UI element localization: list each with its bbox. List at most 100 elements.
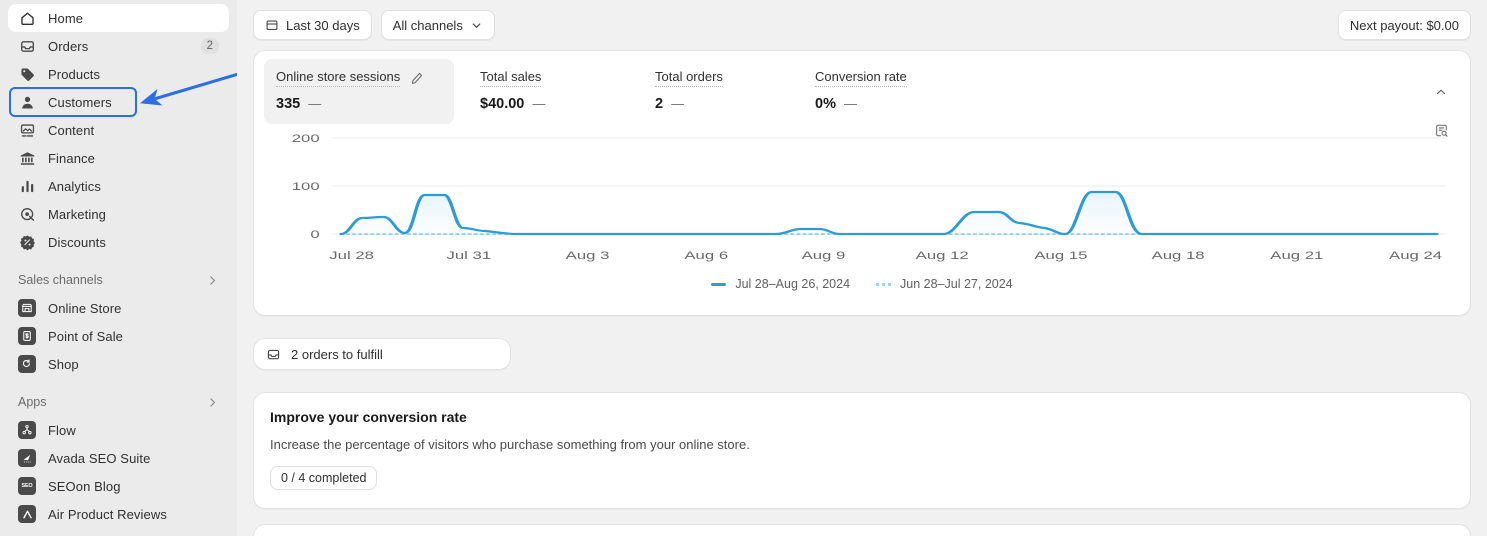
sidebar-item-label: Air Product Reviews: [48, 506, 167, 522]
sidebar-item-products[interactable]: Products: [8, 60, 229, 88]
sidebar-item-online-store[interactable]: Online Store: [8, 294, 229, 322]
x-tick: Aug 18: [1152, 250, 1205, 262]
legend-label: Jun 28–Jul 27, 2024: [900, 277, 1013, 291]
metric-delta: —: [671, 96, 685, 111]
sidebar-item-finance[interactable]: Finance: [8, 144, 229, 172]
metric-label: Total orders: [655, 69, 723, 87]
next-payout-button[interactable]: Next payout: $0.00: [1337, 10, 1471, 40]
sidebar-item-content[interactable]: Content: [8, 116, 229, 144]
metric-label: Total sales: [480, 69, 542, 87]
sidebar-item-discounts[interactable]: Discounts: [8, 228, 229, 256]
metric-value: 0%: [815, 96, 836, 112]
metric-label: Online store sessions: [276, 69, 401, 87]
sidebar-item-label: Products: [48, 66, 101, 82]
seoon-blog-glyph: SEO: [21, 483, 33, 489]
metric-delta: —: [308, 96, 322, 111]
sidebar-section-apps[interactable]: Apps: [8, 388, 229, 416]
discounts-percent-icon: [18, 233, 36, 251]
home-icon: [18, 9, 36, 27]
sidebar-item-home[interactable]: Home: [8, 4, 229, 32]
y-tick-100: 100: [292, 181, 320, 193]
conversion-card-subtitle: Increase the percentage of visitors who …: [270, 437, 750, 452]
channels-label: All channels: [392, 17, 463, 33]
metric-total-sales[interactable]: Total sales $40.00 —: [468, 59, 643, 124]
orders-inbox-icon: [266, 347, 281, 362]
chart-series-primary-line: [339, 190, 1439, 236]
metric-delta: —: [843, 96, 857, 111]
legend-item-primary[interactable]: Jul 28–Aug 26, 2024: [711, 277, 850, 291]
metric-value: 335: [276, 96, 301, 112]
orders-to-fulfill-button[interactable]: 2 orders to fulfill: [253, 338, 511, 370]
sidebar-section-sales-channels[interactable]: Sales channels: [8, 266, 229, 294]
legend-swatch-solid: [711, 282, 727, 286]
date-range-label: Last 30 days: [286, 17, 360, 33]
sidebar-item-marketing[interactable]: Marketing: [8, 200, 229, 228]
shopify-admin-window: Home Orders 2 Products Customers Content…: [0, 0, 1487, 536]
metrics-row: Online store sessions 335 — Total sales: [264, 59, 1460, 137]
sidebar-item-shop[interactable]: Shop: [8, 350, 229, 378]
section-label: Apps: [18, 395, 47, 409]
metric-label: Conversion rate: [815, 69, 907, 87]
legend-item-comparison[interactable]: Jun 28–Jul 27, 2024: [876, 277, 1013, 291]
x-tick: Aug 9: [802, 250, 846, 262]
metric-conversion-rate[interactable]: Conversion rate 0% —: [803, 59, 973, 124]
metric-value: 2: [655, 96, 664, 112]
sessions-chart: 200 100 0 Jul 28 Jul 31 Aug 3 Aug 6 Aug …: [264, 124, 1460, 268]
sidebar-item-label: Discounts: [48, 234, 106, 250]
marketing-target-icon: [18, 205, 36, 223]
avada-seo-suite-app-icon: [18, 449, 36, 467]
improve-conversion-rate-card: Improve your conversion rate Increase th…: [253, 392, 1471, 509]
sidebar-item-avada-seo-suite[interactable]: Avada SEO Suite: [8, 444, 229, 472]
y-tick-200: 200: [292, 133, 320, 145]
metric-label-row: Online store sessions: [276, 69, 442, 87]
metric-value-row: $40.00 —: [480, 96, 631, 112]
sidebar: Home Orders 2 Products Customers Content…: [0, 0, 237, 536]
sidebar-item-orders[interactable]: Orders 2: [8, 32, 229, 60]
point-of-sale-icon: [18, 327, 36, 345]
metric-total-orders[interactable]: Total orders 2 —: [643, 59, 803, 124]
metric-online-store-sessions[interactable]: Online store sessions 335 —: [264, 59, 454, 124]
sidebar-item-label: Flow: [48, 422, 76, 438]
sidebar-item-label: Point of Sale: [48, 328, 124, 344]
chevron-up-icon[interactable]: [1430, 81, 1452, 103]
chevron-down-icon: [470, 19, 483, 32]
sidebar-item-label: Marketing: [48, 206, 106, 222]
date-range-button[interactable]: Last 30 days: [253, 10, 372, 40]
sidebar-item-label: Orders: [48, 38, 89, 54]
chevron-right-icon: [206, 396, 219, 409]
x-tick: Aug 24: [1389, 250, 1442, 262]
conversion-card-title: Improve your conversion rate: [270, 409, 467, 425]
chart-gridlines: [331, 137, 1446, 235]
metric-delta: —: [532, 96, 546, 111]
sidebar-item-seoon-blog[interactable]: SEO SEOon Blog: [8, 472, 229, 500]
x-tick: Aug 6: [684, 250, 728, 262]
sidebar-item-label: Content: [48, 122, 95, 138]
edit-pencil-icon[interactable]: [410, 71, 424, 85]
shop-bag-icon: [18, 355, 36, 373]
sidebar-item-customers[interactable]: Customers: [8, 88, 229, 116]
x-tick: Aug 12: [916, 250, 969, 262]
chart-y-axis-labels: 200 100 0: [292, 133, 320, 241]
sidebar-item-label: Avada SEO Suite: [48, 450, 151, 466]
sessions-chart-svg: 200 100 0 Jul 28 Jul 31 Aug 3 Aug 6 Aug …: [292, 133, 1446, 262]
sidebar-item-point-of-sale[interactable]: Point of Sale: [8, 322, 229, 350]
main-content: Last 30 days All channels Next payout: $…: [237, 0, 1487, 536]
sidebar-item-air-product-reviews[interactable]: Air Product Reviews: [8, 500, 229, 528]
sidebar-item-label: Home: [48, 10, 84, 26]
sidebar-item-label: Finance: [48, 150, 95, 166]
next-payout-label: Next payout: $0.00: [1349, 17, 1459, 33]
sidebar-item-flow[interactable]: Flow: [8, 416, 229, 444]
x-tick: Jul 31: [446, 250, 491, 262]
x-tick: Jul 28: [329, 250, 374, 262]
next-card-peek: [253, 524, 1471, 536]
sidebar-item-label: Analytics: [48, 178, 101, 194]
sidebar-item-label: Online Store: [48, 300, 122, 316]
channels-filter-button[interactable]: All channels: [380, 10, 495, 40]
analytics-overview-card: Online store sessions 335 — Total sales: [253, 50, 1471, 316]
legend-swatch-dotted: [876, 282, 892, 286]
chart-legend: Jul 28–Aug 26, 2024 Jun 28–Jul 27, 2024: [264, 268, 1460, 303]
sidebar-item-analytics[interactable]: Analytics: [8, 172, 229, 200]
orders-icon: [18, 37, 36, 55]
section-label: Sales channels: [18, 273, 103, 287]
chart-x-axis-labels: Jul 28 Jul 31 Aug 3 Aug 6 Aug 9 Aug 12 A…: [329, 250, 1442, 262]
